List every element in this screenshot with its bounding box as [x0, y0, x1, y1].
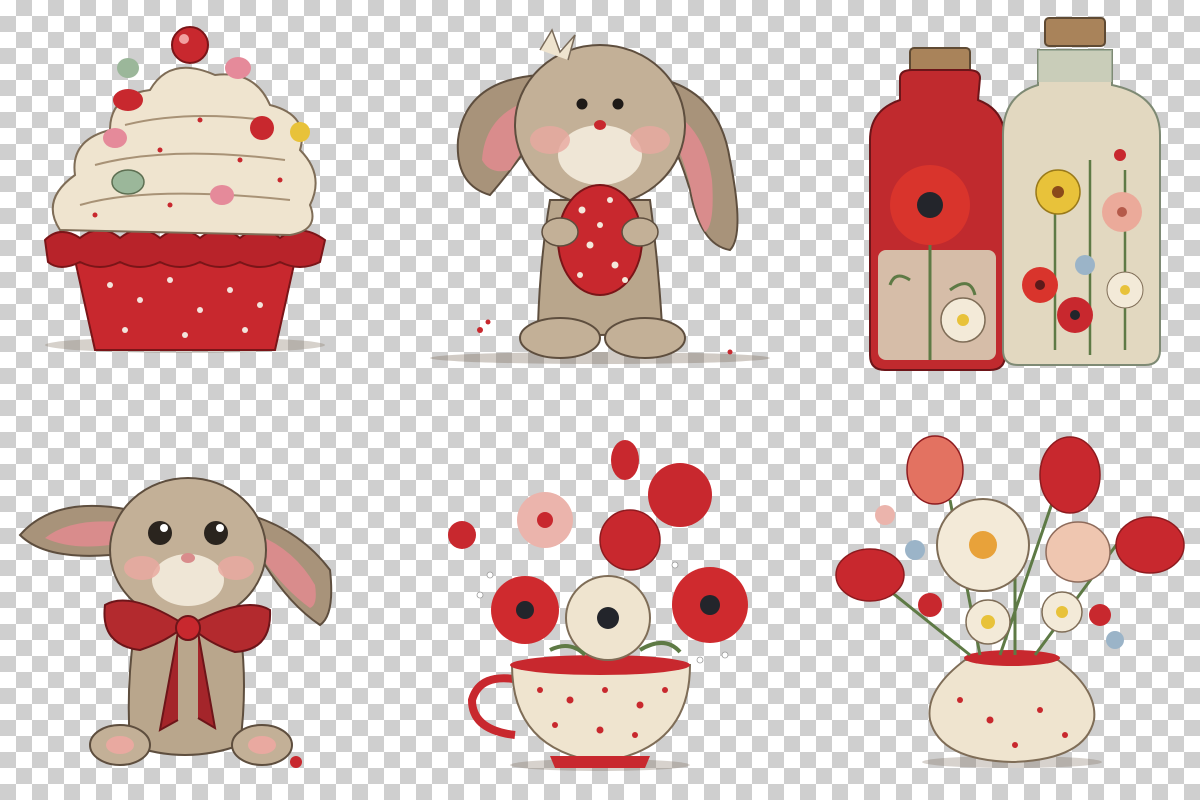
bunny-egg-icon	[430, 28, 770, 364]
teacup-flowers-icon	[448, 440, 748, 771]
red-flower-icon	[890, 165, 970, 245]
vase-flowers-icon	[835, 435, 1185, 768]
bunny-egg-illustration	[400, 0, 800, 400]
teacup-bouquet-illustration	[400, 400, 800, 800]
cupcake-icon	[43, 26, 327, 353]
flower-jars-illustration	[800, 0, 1200, 400]
bunny-bow-illustration	[0, 400, 400, 800]
cupcake-illustration	[0, 0, 400, 400]
vase-bouquet-illustration	[800, 400, 1200, 800]
jars-icon	[869, 17, 1161, 371]
bunny-bow-icon	[18, 477, 333, 768]
transparent-canvas	[0, 0, 1200, 800]
